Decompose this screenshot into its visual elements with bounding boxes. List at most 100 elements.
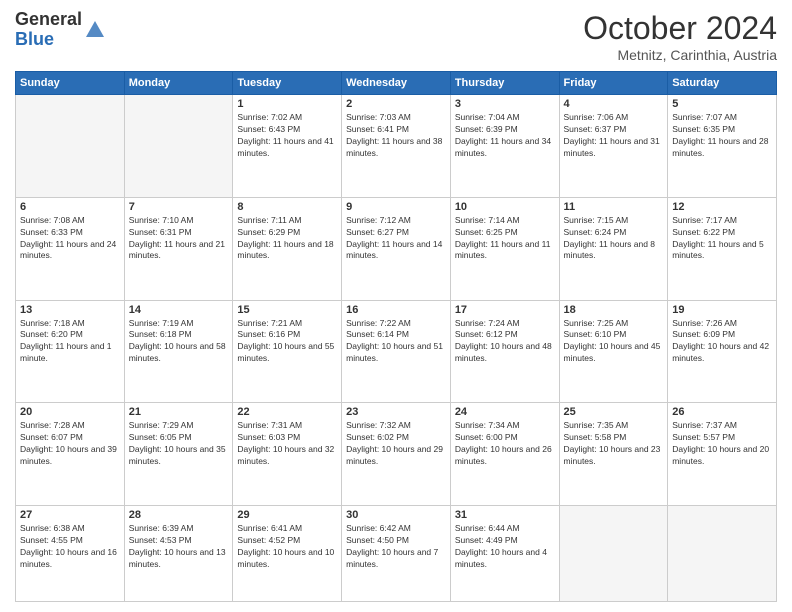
day-info: Sunrise: 7:28 AMSunset: 6:07 PMDaylight:… <box>20 420 120 468</box>
calendar-cell <box>668 506 777 602</box>
calendar-week-3: 20 Sunrise: 7:28 AMSunset: 6:07 PMDayligh… <box>16 403 777 506</box>
calendar-cell: 29 Sunrise: 6:41 AMSunset: 4:52 PMDayligh… <box>233 506 342 602</box>
day-info: Sunrise: 7:08 AMSunset: 6:33 PMDaylight:… <box>20 215 120 263</box>
calendar-week-2: 13 Sunrise: 7:18 AMSunset: 6:20 PMDayligh… <box>16 300 777 403</box>
calendar-header-friday: Friday <box>559 72 668 95</box>
day-number: 13 <box>20 304 120 316</box>
day-info: Sunrise: 7:12 AMSunset: 6:27 PMDaylight:… <box>346 215 446 263</box>
location: Metnitz, Carinthia, Austria <box>583 47 777 63</box>
day-info: Sunrise: 7:17 AMSunset: 6:22 PMDaylight:… <box>672 215 772 263</box>
calendar-cell: 2 Sunrise: 7:03 AMSunset: 6:41 PMDaylight… <box>342 95 451 198</box>
day-number: 20 <box>20 406 120 418</box>
day-info: Sunrise: 6:44 AMSunset: 4:49 PMDaylight:… <box>455 523 555 571</box>
day-info: Sunrise: 7:10 AMSunset: 6:31 PMDaylight:… <box>129 215 229 263</box>
day-number: 9 <box>346 201 446 213</box>
calendar-cell <box>559 506 668 602</box>
day-number: 21 <box>129 406 229 418</box>
page: General Blue October 2024 Metnitz, Carin… <box>0 0 792 612</box>
calendar-header-saturday: Saturday <box>668 72 777 95</box>
day-number: 15 <box>237 304 337 316</box>
day-number: 23 <box>346 406 446 418</box>
day-number: 5 <box>672 98 772 110</box>
day-info: Sunrise: 6:38 AMSunset: 4:55 PMDaylight:… <box>20 523 120 571</box>
calendar-cell: 16Sunrise: 7:22 AMSunset: 6:14 PMDayligh… <box>342 300 451 403</box>
day-info: Sunrise: 7:31 AMSunset: 6:03 PMDaylight:… <box>237 420 337 468</box>
day-number: 4 <box>564 98 664 110</box>
calendar-cell: 19 Sunrise: 7:26 AMSunset: 6:09 PMDayligh… <box>668 300 777 403</box>
day-info: Sunrise: 7:24 AMSunset: 6:12 PMDaylight:… <box>455 318 555 366</box>
day-number: 24 <box>455 406 555 418</box>
calendar-cell: 30Sunrise: 6:42 AMSunset: 4:50 PMDayligh… <box>342 506 451 602</box>
logo-blue: Blue <box>15 29 54 49</box>
calendar-cell: 13 Sunrise: 7:18 AMSunset: 6:20 PMDayligh… <box>16 300 125 403</box>
title-area: October 2024 Metnitz, Carinthia, Austria <box>583 10 777 63</box>
day-number: 11 <box>564 201 664 213</box>
day-info: Sunrise: 7:11 AMSunset: 6:29 PMDaylight:… <box>237 215 337 263</box>
day-number: 28 <box>129 509 229 521</box>
calendar-cell: 11Sunrise: 7:15 AMSunset: 6:24 PMDayligh… <box>559 197 668 300</box>
calendar-cell <box>124 95 233 198</box>
day-number: 25 <box>564 406 664 418</box>
day-number: 31 <box>455 509 555 521</box>
calendar-header-tuesday: Tuesday <box>233 72 342 95</box>
day-info: Sunrise: 7:14 AMSunset: 6:25 PMDaylight:… <box>455 215 555 263</box>
day-number: 6 <box>20 201 120 213</box>
calendar-cell: 6 Sunrise: 7:08 AMSunset: 6:33 PMDaylight… <box>16 197 125 300</box>
calendar-header-row: SundayMondayTuesdayWednesdayThursdayFrid… <box>16 72 777 95</box>
day-number: 3 <box>455 98 555 110</box>
calendar-cell: 15 Sunrise: 7:21 AMSunset: 6:16 PMDayligh… <box>233 300 342 403</box>
calendar-cell: 20 Sunrise: 7:28 AMSunset: 6:07 PMDayligh… <box>16 403 125 506</box>
day-info: Sunrise: 7:32 AMSunset: 6:02 PMDaylight:… <box>346 420 446 468</box>
day-info: Sunrise: 6:41 AMSunset: 4:52 PMDaylight:… <box>237 523 337 571</box>
day-number: 27 <box>20 509 120 521</box>
calendar-week-0: 1 Sunrise: 7:02 AMSunset: 6:43 PMDaylight… <box>16 95 777 198</box>
calendar-cell: 25 Sunrise: 7:35 AMSunset: 5:58 PMDayligh… <box>559 403 668 506</box>
calendar-cell: 12 Sunrise: 7:17 AMSunset: 6:22 PMDayligh… <box>668 197 777 300</box>
calendar-header-thursday: Thursday <box>450 72 559 95</box>
day-info: Sunrise: 7:22 AMSunset: 6:14 PMDaylight:… <box>346 318 446 366</box>
day-number: 19 <box>672 304 772 316</box>
day-info: Sunrise: 7:35 AMSunset: 5:58 PMDaylight:… <box>564 420 664 468</box>
day-info: Sunrise: 7:21 AMSunset: 6:16 PMDaylight:… <box>237 318 337 366</box>
day-info: Sunrise: 6:39 AMSunset: 4:53 PMDaylight:… <box>129 523 229 571</box>
month-title: October 2024 <box>583 10 777 47</box>
day-info: Sunrise: 7:03 AMSunset: 6:41 PMDaylight:… <box>346 112 446 160</box>
calendar-cell <box>16 95 125 198</box>
calendar-cell: 10Sunrise: 7:14 AMSunset: 6:25 PMDayligh… <box>450 197 559 300</box>
day-number: 29 <box>237 509 337 521</box>
calendar-header-wednesday: Wednesday <box>342 72 451 95</box>
day-info: Sunrise: 7:02 AMSunset: 6:43 PMDaylight:… <box>237 112 337 160</box>
calendar-cell: 23 Sunrise: 7:32 AMSunset: 6:02 PMDayligh… <box>342 403 451 506</box>
calendar-cell: 28 Sunrise: 6:39 AMSunset: 4:53 PMDayligh… <box>124 506 233 602</box>
day-number: 12 <box>672 201 772 213</box>
calendar-cell: 3Sunrise: 7:04 AMSunset: 6:39 PMDaylight… <box>450 95 559 198</box>
calendar-cell: 14Sunrise: 7:19 AMSunset: 6:18 PMDayligh… <box>124 300 233 403</box>
calendar-cell: 27 Sunrise: 6:38 AMSunset: 4:55 PMDayligh… <box>16 506 125 602</box>
calendar-header-monday: Monday <box>124 72 233 95</box>
logo-icon <box>84 19 106 41</box>
day-number: 1 <box>237 98 337 110</box>
day-number: 2 <box>346 98 446 110</box>
calendar-cell: 24Sunrise: 7:34 AMSunset: 6:00 PMDayligh… <box>450 403 559 506</box>
day-info: Sunrise: 7:19 AMSunset: 6:18 PMDaylight:… <box>129 318 229 366</box>
calendar-cell: 21Sunrise: 7:29 AMSunset: 6:05 PMDayligh… <box>124 403 233 506</box>
day-number: 8 <box>237 201 337 213</box>
day-info: Sunrise: 7:37 AMSunset: 5:57 PMDaylight:… <box>672 420 772 468</box>
logo: General Blue <box>15 10 106 50</box>
calendar-cell: 5 Sunrise: 7:07 AMSunset: 6:35 PMDaylight… <box>668 95 777 198</box>
calendar-cell: 9 Sunrise: 7:12 AMSunset: 6:27 PMDaylight… <box>342 197 451 300</box>
calendar-table: SundayMondayTuesdayWednesdayThursdayFrid… <box>15 71 777 602</box>
day-info: Sunrise: 7:18 AMSunset: 6:20 PMDaylight:… <box>20 318 120 366</box>
day-info: Sunrise: 7:26 AMSunset: 6:09 PMDaylight:… <box>672 318 772 366</box>
day-number: 22 <box>237 406 337 418</box>
day-info: Sunrise: 6:42 AMSunset: 4:50 PMDaylight:… <box>346 523 446 571</box>
day-number: 18 <box>564 304 664 316</box>
day-number: 17 <box>455 304 555 316</box>
calendar-header-sunday: Sunday <box>16 72 125 95</box>
day-info: Sunrise: 7:25 AMSunset: 6:10 PMDaylight:… <box>564 318 664 366</box>
day-info: Sunrise: 7:07 AMSunset: 6:35 PMDaylight:… <box>672 112 772 160</box>
calendar-cell: 18 Sunrise: 7:25 AMSunset: 6:10 PMDayligh… <box>559 300 668 403</box>
calendar-cell: 4Sunrise: 7:06 AMSunset: 6:37 PMDaylight… <box>559 95 668 198</box>
day-number: 26 <box>672 406 772 418</box>
day-number: 7 <box>129 201 229 213</box>
